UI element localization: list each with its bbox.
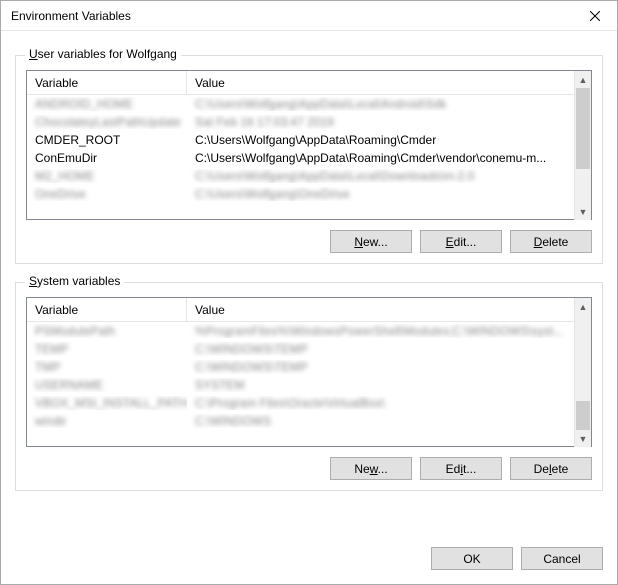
ok-button[interactable]: OK (431, 547, 513, 570)
col-header-value[interactable]: Value (187, 298, 574, 321)
system-buttons: New... Edit... Delete (26, 457, 592, 480)
scroll-down-icon[interactable]: ▼ (575, 430, 591, 447)
table-row[interactable]: TEMPC:\WINDOWS\TEMP (27, 340, 574, 358)
table-row[interactable]: OneDriveC:\Users\Wolfgang\OneDrive (27, 185, 574, 203)
user-buttons: New... Edit... Delete (26, 230, 592, 253)
user-scrollbar[interactable]: ▲ ▼ (574, 71, 591, 220)
table-row[interactable]: VBOX_MSI_INSTALL_PATHC:\Program Files\Or… (27, 394, 574, 412)
scroll-up-icon[interactable]: ▲ (575, 71, 591, 88)
col-header-variable[interactable]: Variable (27, 298, 187, 321)
close-icon (590, 11, 600, 21)
cell-variable: M2_HOME (27, 169, 187, 183)
table-row[interactable]: ANDROID_HOMEC:\Users\Wolfgang\AppData\Lo… (27, 95, 574, 113)
cell-variable: ANDROID_HOME (27, 97, 187, 111)
user-delete-button[interactable]: Delete (510, 230, 592, 253)
cell-variable: TMP (27, 360, 187, 374)
user-edit-button[interactable]: Edit... (420, 230, 502, 253)
scroll-up-icon[interactable]: ▲ (575, 298, 591, 315)
user-variables-list[interactable]: Variable Value ANDROID_HOMEC:\Users\Wolf… (26, 70, 592, 220)
system-list-header: Variable Value (27, 298, 574, 322)
cell-variable: VBOX_MSI_INSTALL_PATH (27, 396, 187, 410)
cell-value: SYSTEM (187, 378, 574, 392)
cell-variable: TEMP (27, 342, 187, 356)
cell-variable: CMDER_ROOT (27, 133, 187, 147)
scroll-thumb[interactable] (576, 88, 590, 169)
cell-value: C:\Users\Wolfgang\AppData\Local\Android\… (187, 97, 574, 111)
table-row[interactable]: USERNAMESYSTEM (27, 376, 574, 394)
scroll-down-icon[interactable]: ▼ (575, 203, 591, 220)
table-row[interactable]: ConEmuDirC:\Users\Wolfgang\AppData\Roami… (27, 149, 574, 167)
cell-variable: PSModulePath (27, 324, 187, 338)
table-row[interactable]: M2_HOMEC:\Users\Wolfgang\AppData\Local\D… (27, 167, 574, 185)
cell-value: C:\WINDOWS\TEMP (187, 360, 574, 374)
system-variables-group: System variables Variable Value PSModule… (15, 282, 603, 491)
table-row[interactable]: PSModulePath%ProgramFiles%\WindowsPowerS… (27, 322, 574, 340)
cell-value: C:\WINDOWS\TEMP (187, 342, 574, 356)
user-variables-group: User variables for Wolfgang Variable Val… (15, 55, 603, 264)
titlebar: Environment Variables (1, 1, 617, 31)
user-group-label: User variables for Wolfgang (25, 47, 181, 61)
cell-value: C:\Users\Wolfgang\OneDrive (187, 187, 574, 201)
system-variables-list[interactable]: Variable Value PSModulePath%ProgramFiles… (26, 297, 592, 447)
cell-variable: USERNAME (27, 378, 187, 392)
col-header-variable[interactable]: Variable (27, 71, 187, 94)
cell-value: C:\Users\Wolfgang\AppData\Roaming\Cmder (187, 133, 574, 147)
cell-variable: OneDrive (27, 187, 187, 201)
table-row[interactable]: windirC:\WINDOWS (27, 412, 574, 430)
scroll-thumb[interactable] (576, 401, 590, 430)
cell-value: C:\WINDOWS (187, 414, 574, 428)
table-row[interactable]: TMPC:\WINDOWS\TEMP (27, 358, 574, 376)
table-row[interactable]: ChocolateyLastPathUpdateSat Feb 16 17:03… (27, 113, 574, 131)
close-button[interactable] (572, 1, 617, 31)
cell-variable: ConEmuDir (27, 151, 187, 165)
scroll-track[interactable] (575, 315, 591, 430)
cell-value: C:\Users\Wolfgang\AppData\Local\Download… (187, 169, 574, 183)
dialog-footer: OK Cancel (1, 537, 617, 584)
cell-value: C:\Program Files\Oracle\VirtualBox\ (187, 396, 574, 410)
system-edit-button[interactable]: Edit... (420, 457, 502, 480)
system-group-label: System variables (25, 274, 124, 288)
cell-variable: ChocolateyLastPathUpdate (27, 115, 187, 129)
system-delete-button[interactable]: Delete (510, 457, 592, 480)
user-new-button[interactable]: New... (330, 230, 412, 253)
col-header-value[interactable]: Value (187, 71, 574, 94)
user-list-header: Variable Value (27, 71, 574, 95)
cell-value: Sat Feb 16 17:03:47 2019 (187, 115, 574, 129)
cell-value: C:\Users\Wolfgang\AppData\Roaming\Cmder\… (187, 151, 574, 165)
window-title: Environment Variables (11, 9, 572, 23)
cancel-button[interactable]: Cancel (521, 547, 603, 570)
scroll-track[interactable] (575, 88, 591, 203)
system-new-button[interactable]: New... (330, 457, 412, 480)
cell-variable: windir (27, 414, 187, 428)
content-area: User variables for Wolfgang Variable Val… (1, 31, 617, 537)
env-vars-dialog: Environment Variables User variables for… (0, 0, 618, 585)
cell-value: %ProgramFiles%\WindowsPowerShell\Modules… (187, 324, 574, 338)
table-row[interactable]: CMDER_ROOTC:\Users\Wolfgang\AppData\Roam… (27, 131, 574, 149)
system-scrollbar[interactable]: ▲ ▼ (574, 298, 591, 447)
